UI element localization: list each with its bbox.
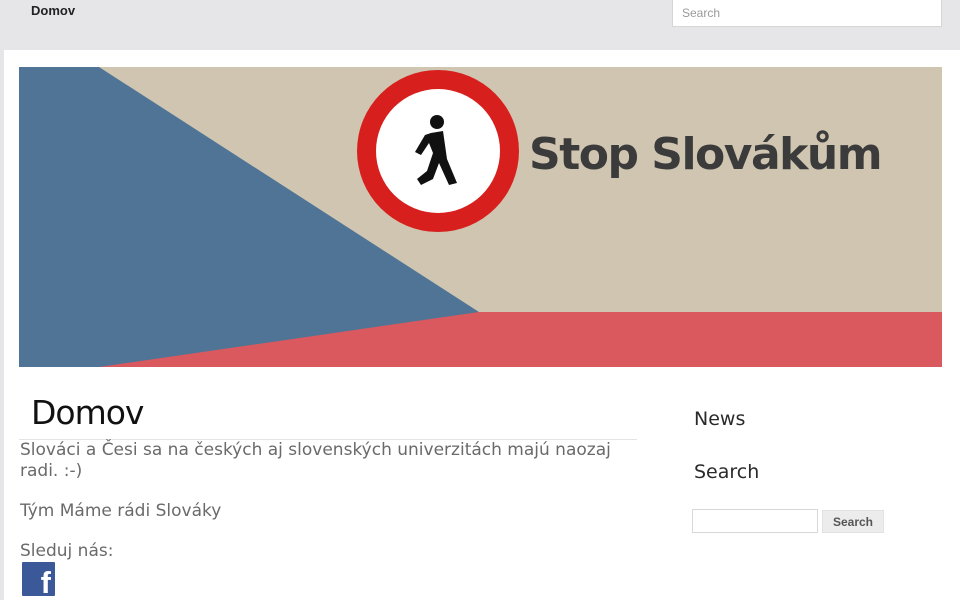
sidebar-search-input[interactable] (692, 509, 818, 533)
entry-paragraph-line-1: Slováci a Česi sa na českých aj slovensk… (20, 440, 611, 460)
page-title: Domov (31, 393, 144, 432)
header-search-input[interactable] (672, 0, 942, 27)
top-navigation-bar: Domov (0, 0, 960, 50)
follow-us-label: Sleduj nás: (20, 541, 114, 561)
team-signature: Tým Máme rádi Slováky (20, 501, 222, 521)
sidebar-search-button[interactable]: Search (822, 510, 884, 533)
entry-paragraph-line-2: radi. :-) (20, 461, 83, 481)
facebook-icon[interactable]: f (22, 562, 55, 596)
banner-title: Stop Slovákům (529, 129, 883, 180)
news-widget-title: News (694, 408, 746, 430)
search-widget-title: Search (694, 461, 760, 483)
nav-home-link[interactable]: Domov (31, 3, 75, 18)
no-pedestrians-sign-icon (357, 70, 519, 232)
header-banner[interactable]: Stop Slovákům (19, 67, 942, 367)
facebook-glyph: f (40, 565, 51, 596)
